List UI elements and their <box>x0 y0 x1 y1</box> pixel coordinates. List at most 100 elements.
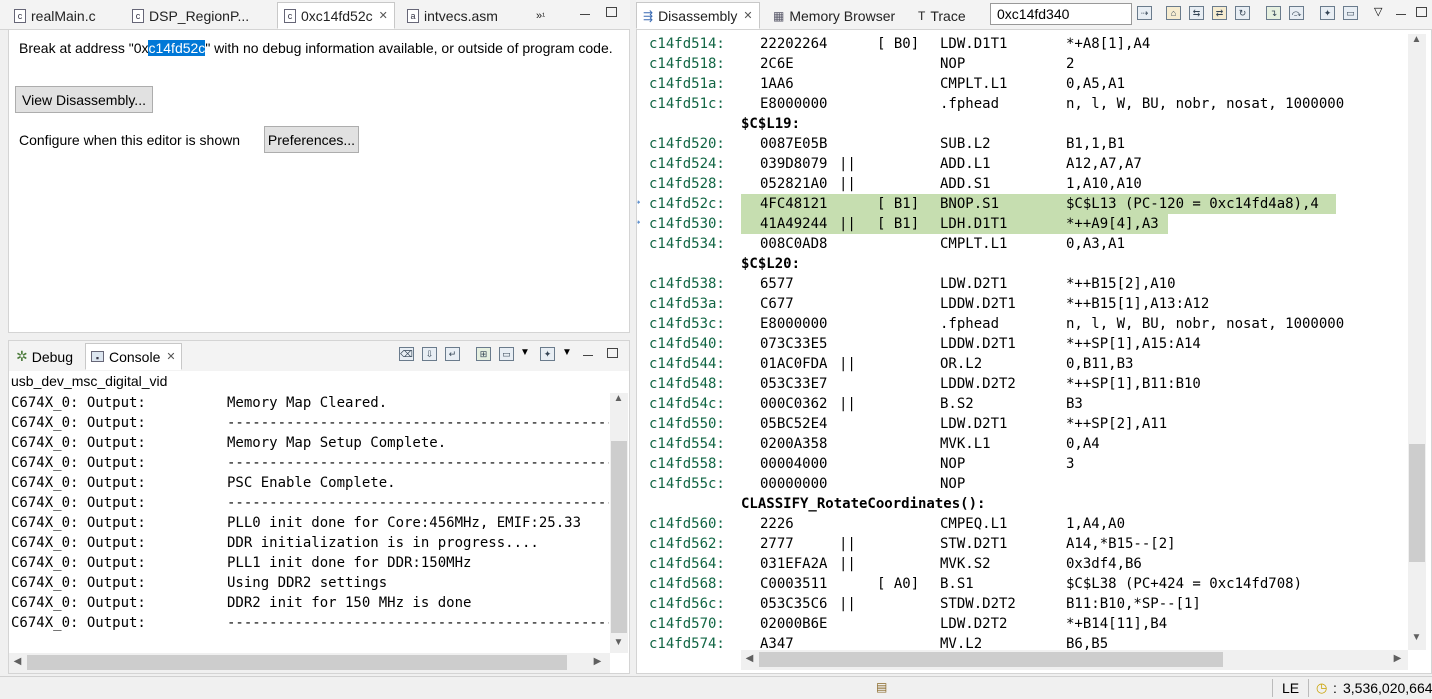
disassembly-row[interactable]: c14fd534: 008C0AD8 CMPLT.L1 0,A3,A1 <box>637 234 1407 254</box>
tab-address-0xc14fd52c[interactable]: c 0xc14fd52c ✕ <box>277 2 395 29</box>
disassembly-row[interactable]: c14fd53a: C677 LDDW.D2T1 *++B15[1],A13:A12 <box>637 294 1407 314</box>
tab-trace[interactable]: T Trace <box>912 2 972 29</box>
disassembly-row[interactable]: c14fd514: 22202264 [ B0] LDW.D1T1 *+A8[1],A4 <box>637 34 1407 54</box>
disassembly-row[interactable]: c14fd560: 2226 CMPEQ.L1 1,A4,A0 <box>637 514 1407 534</box>
disassembly-addr: c14fd518: <box>649 56 725 72</box>
maximize-icon[interactable] <box>606 7 617 17</box>
disassembly-addr: c14fd53c: <box>649 316 725 332</box>
pin-view-icon[interactable]: ▭ <box>1343 6 1358 20</box>
disassembly-row[interactable]: c14fd54c: 000C0362 || B.S2 B3 <box>637 394 1407 414</box>
view-disassembly-button[interactable]: View Disassembly... <box>15 86 153 113</box>
console-horizontal-scrollbar[interactable]: ◀ ▶ <box>9 653 610 673</box>
display-console-icon[interactable]: ▭ <box>499 347 514 361</box>
disassembly-row[interactable]: c14fd558: 00004000 NOP 3 <box>637 454 1407 474</box>
disassembly-row[interactable]: ➔ c14fd52c: 4FC48121 [ B1] BNOP.S1 $C$L13 (PC… <box>637 194 1407 214</box>
preferences-button[interactable]: Preferences... <box>264 126 359 153</box>
tab-overflow-button[interactable]: » ¹ <box>530 2 551 29</box>
scroll-lock-icon[interactable]: ⇩ <box>422 347 437 361</box>
disassembly-row[interactable]: c14fd56c: 053C35C6 || STDW.D2T2 B11:B10,*SP-… <box>637 594 1407 614</box>
tab-intvecs[interactable]: a intvecs.asm <box>401 2 504 29</box>
tab-debug[interactable]: ✲ Debug <box>11 343 78 370</box>
disassembly-vertical-scrollbar[interactable]: ▲ ▼ <box>1408 34 1426 650</box>
tab-dsp-regionp[interactable]: c DSP_RegionP... <box>126 2 255 29</box>
disassembly-row[interactable]: c14fd544: 01AC0FDA || OR.L2 0,B11,B3 <box>637 354 1407 374</box>
tab-realmain[interactable]: c realMain.c <box>8 2 102 29</box>
disassembly-row[interactable]: c14fd568: C0003511 [ A0] B.S1 $C$L38 (PC+424… <box>637 574 1407 594</box>
new-view-icon[interactable]: ✦ <box>1320 6 1335 20</box>
disassembly-mnem: STW.D2T1 <box>940 536 1008 552</box>
disassembly-row[interactable]: c14fd570: 02000B6E LDW.D2T2 *+B14[11],B4 <box>637 614 1407 634</box>
disassembly-row[interactable]: c14fd554: 0200A358 MVK.L1 0,A4 <box>637 434 1407 454</box>
disassembly-listing[interactable]: c14fd514: 22202264 [ B0] LDW.D1T1 *+A8[1],A4… <box>637 34 1407 654</box>
disassembly-horizontal-scrollbar[interactable]: ◀ ▶ <box>741 650 1408 670</box>
disassembly-row[interactable]: ➔ c14fd530: 41A49244 || [ B1] LDH.D1T1 *++A9[4… <box>637 214 1407 234</box>
console-vertical-scrollbar[interactable]: ▲ ▼ <box>610 393 628 653</box>
disassembly-addr: c14fd51c: <box>649 96 725 112</box>
disassembly-row[interactable]: c14fd51c: E8000000 .fphead n, l, W, BU, nob… <box>637 94 1407 114</box>
go-to-address-icon[interactable]: ⇢ <box>1137 6 1152 20</box>
scroll-thumb[interactable] <box>611 441 627 633</box>
disassembly-row[interactable]: c14fd55c: 00000000 NOP <box>637 474 1407 494</box>
scroll-thumb[interactable] <box>27 655 567 670</box>
disassembly-row[interactable]: c14fd524: 039D8079 || ADD.L1 A12,A7,A7 <box>637 154 1407 174</box>
disassembly-row[interactable]: c14fd538: 6577 LDW.D2T1 *++B15[2],A10 <box>637 274 1407 294</box>
console-line-text: ----------------------------------------… <box>227 495 609 511</box>
console-output[interactable]: C674X_0: Output: Memory Map Cleared. C674X… <box>9 393 609 653</box>
link-with-pc-icon[interactable]: ⇄ <box>1212 6 1227 20</box>
disassembly-row[interactable]: c14fd520: 0087E05B SUB.L2 B1,1,B1 <box>637 134 1407 154</box>
minimize-icon[interactable] <box>583 347 593 356</box>
pin-console-icon[interactable]: ⊞ <box>476 347 491 361</box>
new-console-icon[interactable]: ✦ <box>540 347 555 361</box>
minimize-icon[interactable] <box>580 6 590 15</box>
disassembly-label-row[interactable]: $C$L20: <box>637 254 1407 274</box>
scroll-up-icon[interactable]: ▲ <box>610 393 627 404</box>
minimize-icon[interactable] <box>1396 6 1406 15</box>
disassembly-oper: *++SP[2],A11 <box>1066 416 1168 432</box>
disassembly-row[interactable]: c14fd562: 2777 || STW.D2T1 A14,*B15--[2] <box>637 534 1407 554</box>
disassembly-row[interactable]: c14fd51a: 1AA6 CMPLT.L1 0,A5,A1 <box>637 74 1407 94</box>
word-wrap-icon[interactable]: ↵ <box>445 347 460 361</box>
scroll-thumb[interactable] <box>759 652 1223 667</box>
disassembly-row[interactable]: c14fd564: 031EFA2A || MVK.S2 0x3df4,B6 <box>637 554 1407 574</box>
view-menu-chevron-icon[interactable]: ▽ <box>1374 5 1382 18</box>
scroll-left-icon[interactable]: ◀ <box>9 656 26 667</box>
close-icon[interactable]: ✕ <box>166 350 175 363</box>
tab-disassembly[interactable]: ⇶ Disassembly ✕ <box>636 2 760 29</box>
clear-console-icon[interactable]: ⌫ <box>399 347 414 361</box>
home-icon[interactable]: ⌂ <box>1166 6 1181 20</box>
scroll-up-icon[interactable]: ▲ <box>1408 34 1425 45</box>
scroll-right-icon[interactable]: ▶ <box>589 656 606 667</box>
step-over-icon[interactable]: ⤼ <box>1289 6 1304 20</box>
disassembly-addr: c14fd514: <box>649 36 725 52</box>
scroll-left-icon[interactable]: ◀ <box>741 653 758 664</box>
selected-address-text[interactable]: c14fd52c <box>148 40 206 56</box>
disassembly-label-row[interactable]: $C$L19: <box>637 114 1407 134</box>
step-into-icon[interactable]: ↴ <box>1266 6 1281 20</box>
disassembly-row[interactable]: c14fd550: 05BC52E4 LDW.D2T1 *++SP[2],A11 <box>637 414 1407 434</box>
scroll-right-icon[interactable]: ▶ <box>1389 653 1406 664</box>
maximize-icon[interactable] <box>1416 7 1427 17</box>
scroll-down-icon[interactable]: ▼ <box>610 637 627 648</box>
sync-source-icon[interactable]: ⇆ <box>1189 6 1204 20</box>
console-line: C674X_0: Output: ------------------------… <box>9 493 609 513</box>
scroll-down-icon[interactable]: ▼ <box>1408 632 1425 643</box>
address-input[interactable]: 0xc14fd340 <box>990 3 1132 25</box>
chevron-down-icon[interactable]: ▼ <box>520 347 530 358</box>
status-icon[interactable]: ▤ <box>876 680 887 694</box>
tab-console[interactable]: ▪ Console ✕ <box>85 343 182 370</box>
close-icon[interactable]: ✕ <box>743 9 752 22</box>
disassembly-row[interactable]: c14fd540: 073C33E5 LDDW.D2T1 *++SP[1],A15:A… <box>637 334 1407 354</box>
close-icon[interactable]: ✕ <box>379 9 388 22</box>
chevron-down-icon[interactable]: ▼ <box>562 347 572 358</box>
disassembly-label-row[interactable]: CLASSIFY_RotateCoordinates(): <box>637 494 1407 514</box>
disassembly-row[interactable]: c14fd518: 2C6E NOP 2 <box>637 54 1407 74</box>
disassembly-addr: c14fd558: <box>649 456 725 472</box>
tab-memory-browser[interactable]: ▦ Memory Browser <box>767 2 901 29</box>
refresh-icon[interactable]: ↻ <box>1235 6 1250 20</box>
disassembly-row[interactable]: c14fd548: 053C33E7 LDDW.D2T2 *++SP[1],B11:B… <box>637 374 1407 394</box>
maximize-icon[interactable] <box>607 348 618 358</box>
disassembly-row[interactable]: c14fd528: 052821A0 || ADD.S1 1,A10,A10 <box>637 174 1407 194</box>
disassembly-row[interactable]: c14fd53c: E8000000 .fphead n, l, W, BU, nob… <box>637 314 1407 334</box>
disassembly-addr: c14fd564: <box>649 556 725 572</box>
scroll-thumb[interactable] <box>1409 444 1425 562</box>
